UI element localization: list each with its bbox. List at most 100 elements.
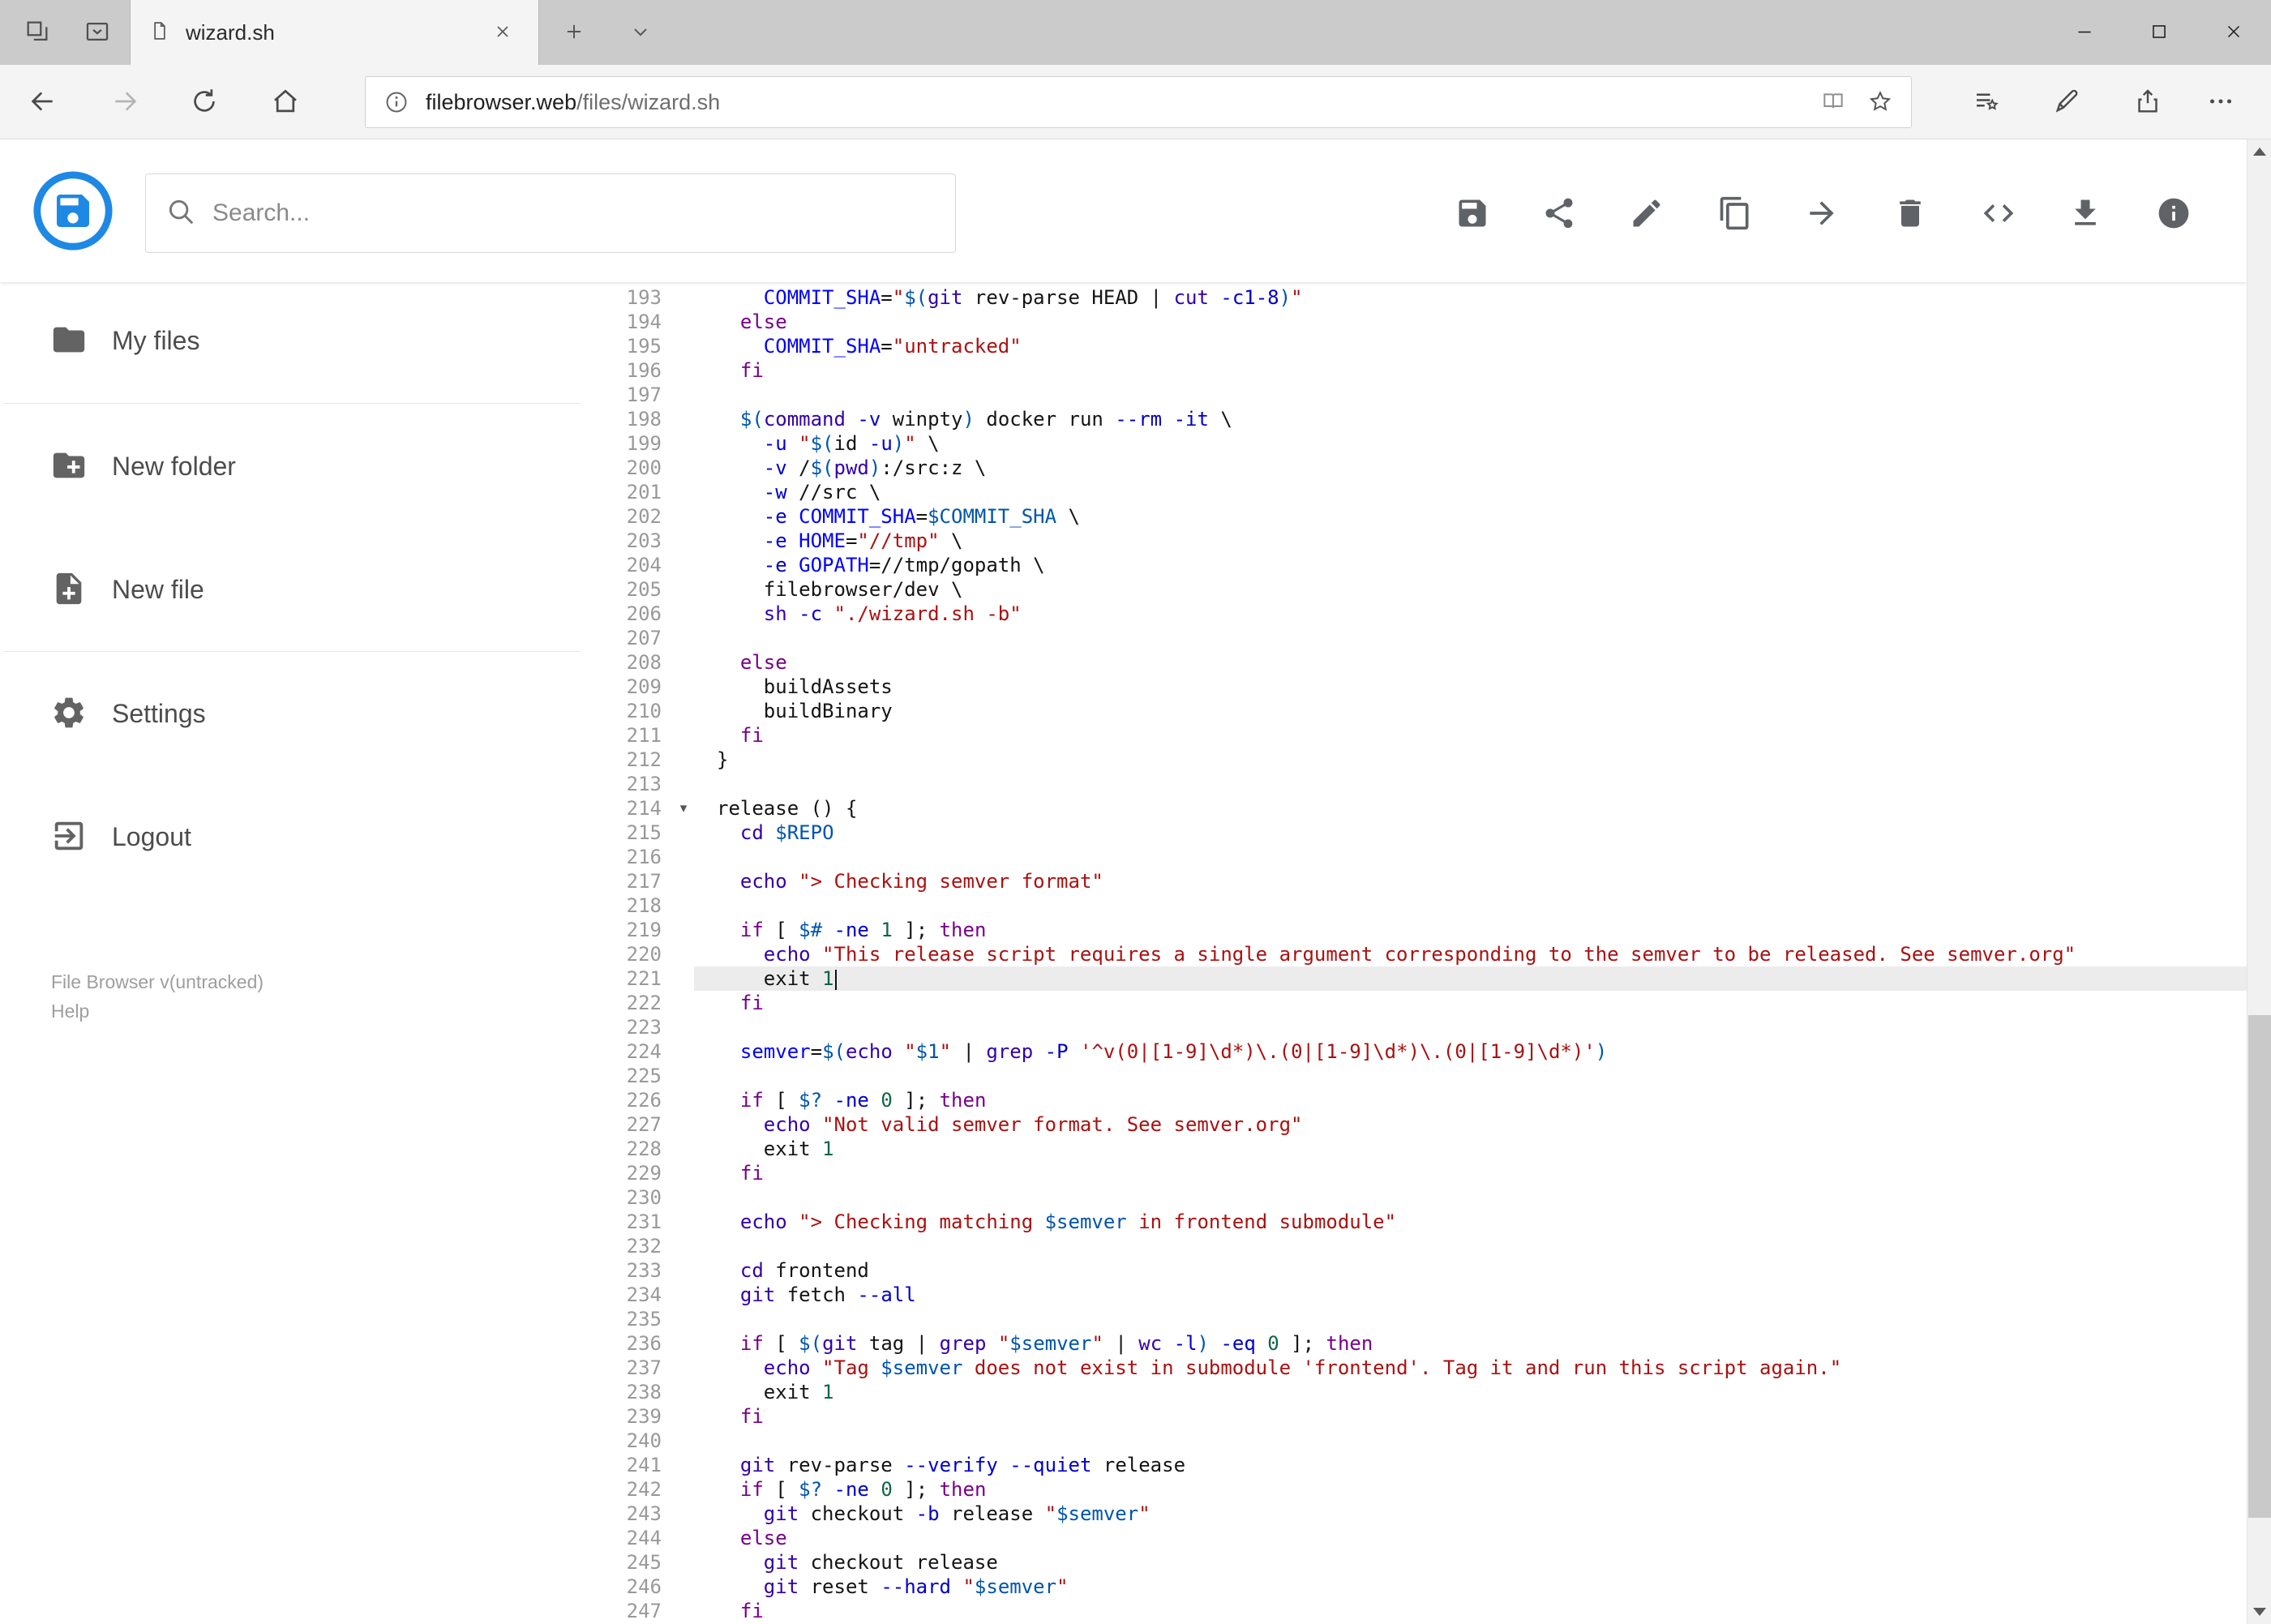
code-line[interactable]: 233 cd frontend	[588, 1258, 2247, 1283]
code-line[interactable]: 240	[588, 1429, 2247, 1453]
code-text[interactable]: $(command -v winpty) docker run --rm -it…	[694, 407, 2247, 431]
code-text[interactable]: exit 1	[694, 966, 2247, 991]
code-line[interactable]: 231 echo "> Checking matching $semver in…	[588, 1210, 2247, 1234]
code-line[interactable]: 226 if [ $? -ne 0 ]; then	[588, 1088, 2247, 1112]
set-tabs-aside-button[interactable]	[11, 6, 63, 58]
share-button[interactable]	[1530, 185, 1588, 243]
code-line[interactable]: 222 fi	[588, 991, 2247, 1015]
code-text[interactable]: echo "> Checking semver format"	[694, 869, 2247, 893]
code-line[interactable]: 205 filebrowser/dev \	[588, 577, 2247, 602]
code-line[interactable]: 224 semver=$(echo "$1" | grep -P '^v(0|[…	[588, 1039, 2247, 1064]
code-text[interactable]: -w //src \	[694, 480, 2247, 504]
move-button[interactable]	[1793, 185, 1851, 243]
code-line[interactable]: 198 $(command -v winpty) docker run --rm…	[588, 407, 2247, 431]
code-text[interactable]: echo "Tag $semver does not exist in subm…	[694, 1356, 2247, 1380]
code-line[interactable]: 211 fi	[588, 723, 2247, 748]
search-input[interactable]	[212, 199, 936, 227]
code-text[interactable]: -e GOPATH=//tmp/gopath \	[694, 553, 2247, 577]
sidebar-item-new-file[interactable]: New file	[0, 545, 588, 634]
code-line[interactable]: 203 -e HOME="//tmp" \	[588, 529, 2247, 553]
tab-preview-button[interactable]	[71, 6, 123, 58]
tab-close-button[interactable]	[485, 15, 521, 50]
code-text[interactable]: fi	[694, 1599, 2247, 1623]
code-text[interactable]: if [ $? -ne 0 ]; then	[694, 1088, 2247, 1112]
code-line[interactable]: 204 -e GOPATH=//tmp/gopath \	[588, 553, 2247, 577]
code-text[interactable]: else	[694, 1526, 2247, 1550]
code-text[interactable]	[694, 1015, 2247, 1039]
code-text[interactable]: fi	[694, 1404, 2247, 1429]
code-text[interactable]: COMMIT_SHA="$(git rev-parse HEAD | cut -…	[694, 285, 2247, 310]
code-text[interactable]: -e HOME="//tmp" \	[694, 529, 2247, 553]
reading-view-button[interactable]	[1815, 84, 1851, 120]
code-line[interactable]: 223	[588, 1015, 2247, 1039]
code-text[interactable]: git checkout -b release "$semver"	[694, 1502, 2247, 1526]
code-text[interactable]: fi	[694, 991, 2247, 1015]
code-text[interactable]: buildAssets	[694, 675, 2247, 699]
code-text[interactable]: cd $REPO	[694, 821, 2247, 845]
home-button[interactable]	[259, 76, 311, 128]
code-text[interactable]	[694, 383, 2247, 407]
code-line[interactable]: 235	[588, 1307, 2247, 1331]
info-button[interactable]	[2145, 185, 2203, 243]
code-line[interactable]: 234 git fetch --all	[588, 1283, 2247, 1307]
code-text[interactable]: echo "This release script requires a sin…	[694, 942, 2247, 966]
code-text[interactable]: buildBinary	[694, 699, 2247, 723]
raw-code-button[interactable]	[1969, 185, 2028, 243]
code-line[interactable]: 214 ▾ release () {	[588, 796, 2247, 821]
code-line[interactable]: 246 git reset --hard "$semver"	[588, 1575, 2247, 1599]
code-text[interactable]: else	[694, 650, 2247, 675]
code-line[interactable]: 219 if [ $# -ne 1 ]; then	[588, 918, 2247, 942]
code-text[interactable]	[694, 1064, 2247, 1088]
code-line[interactable]: 207	[588, 626, 2247, 650]
code-text[interactable]	[694, 1234, 2247, 1258]
site-info-icon[interactable]	[379, 84, 414, 120]
code-line[interactable]: 209 buildAssets	[588, 675, 2247, 699]
code-line[interactable]: 199 -u "$(id -u)" \	[588, 431, 2247, 456]
close-window-button[interactable]	[2196, 0, 2271, 65]
url-text[interactable]: filebrowser.web/files/wizard.sh	[426, 90, 1804, 115]
code-line[interactable]: 212}	[588, 748, 2247, 772]
code-line[interactable]: 213	[588, 772, 2247, 796]
code-text[interactable]: git rev-parse --verify --quiet release	[694, 1453, 2247, 1477]
share-page-button[interactable]	[2122, 76, 2174, 128]
code-line[interactable]: 229 fi	[588, 1161, 2247, 1185]
code-line[interactable]: 236 if [ $(git tag | grep "$semver" | wc…	[588, 1331, 2247, 1356]
code-text[interactable]: -u "$(id -u)" \	[694, 431, 2247, 456]
code-text[interactable]	[694, 626, 2247, 650]
sidebar-item-settings[interactable]: Settings	[0, 669, 588, 758]
code-text[interactable]: if [ $# -ne 1 ]; then	[694, 918, 2247, 942]
code-text[interactable]: if [ $? -ne 0 ]; then	[694, 1477, 2247, 1502]
code-line[interactable]: 210 buildBinary	[588, 699, 2247, 723]
code-line[interactable]: 238 exit 1	[588, 1380, 2247, 1404]
code-line[interactable]: 239 fi	[588, 1404, 2247, 1429]
rename-button[interactable]	[1618, 185, 1676, 243]
save-button[interactable]	[1443, 185, 1502, 243]
new-tab-button[interactable]	[548, 6, 600, 58]
code-line[interactable]: 194 else	[588, 310, 2247, 334]
download-button[interactable]	[2056, 185, 2115, 243]
code-text[interactable]: COMMIT_SHA="untracked"	[694, 334, 2247, 358]
code-line[interactable]: 217 echo "> Checking semver format"	[588, 869, 2247, 893]
code-text[interactable]: -e COMMIT_SHA=$COMMIT_SHA \	[694, 504, 2247, 529]
code-text[interactable]: sh -c "./wizard.sh -b"	[694, 602, 2247, 626]
code-text[interactable]: fi	[694, 723, 2247, 748]
code-line[interactable]: 220 echo "This release script requires a…	[588, 942, 2247, 966]
code-line[interactable]: 196 fi	[588, 358, 2247, 383]
code-line[interactable]: 228 exit 1	[588, 1137, 2247, 1161]
hub-button[interactable]	[1960, 76, 2012, 128]
page-scrollbar[interactable]	[2247, 139, 2271, 1624]
code-line[interactable]: 241 git rev-parse --verify --quiet relea…	[588, 1453, 2247, 1477]
code-line[interactable]: 247 fi	[588, 1599, 2247, 1623]
code-text[interactable]: filebrowser/dev \	[694, 577, 2247, 602]
code-editor[interactable]: 193 COMMIT_SHA="$(git rev-parse HEAD | c…	[588, 282, 2247, 1624]
code-text[interactable]: release () {	[694, 796, 2247, 821]
code-line[interactable]: 245 git checkout release	[588, 1550, 2247, 1575]
code-text[interactable]: fi	[694, 1161, 2247, 1185]
scroll-down-button[interactable]	[2247, 1600, 2271, 1624]
code-text[interactable]: else	[694, 310, 2247, 334]
help-link[interactable]: Help	[51, 996, 89, 1026]
minimize-button[interactable]	[2047, 0, 2122, 65]
code-line[interactable]: 215 cd $REPO	[588, 821, 2247, 845]
code-text[interactable]: cd frontend	[694, 1258, 2247, 1283]
code-line[interactable]: 225	[588, 1064, 2247, 1088]
